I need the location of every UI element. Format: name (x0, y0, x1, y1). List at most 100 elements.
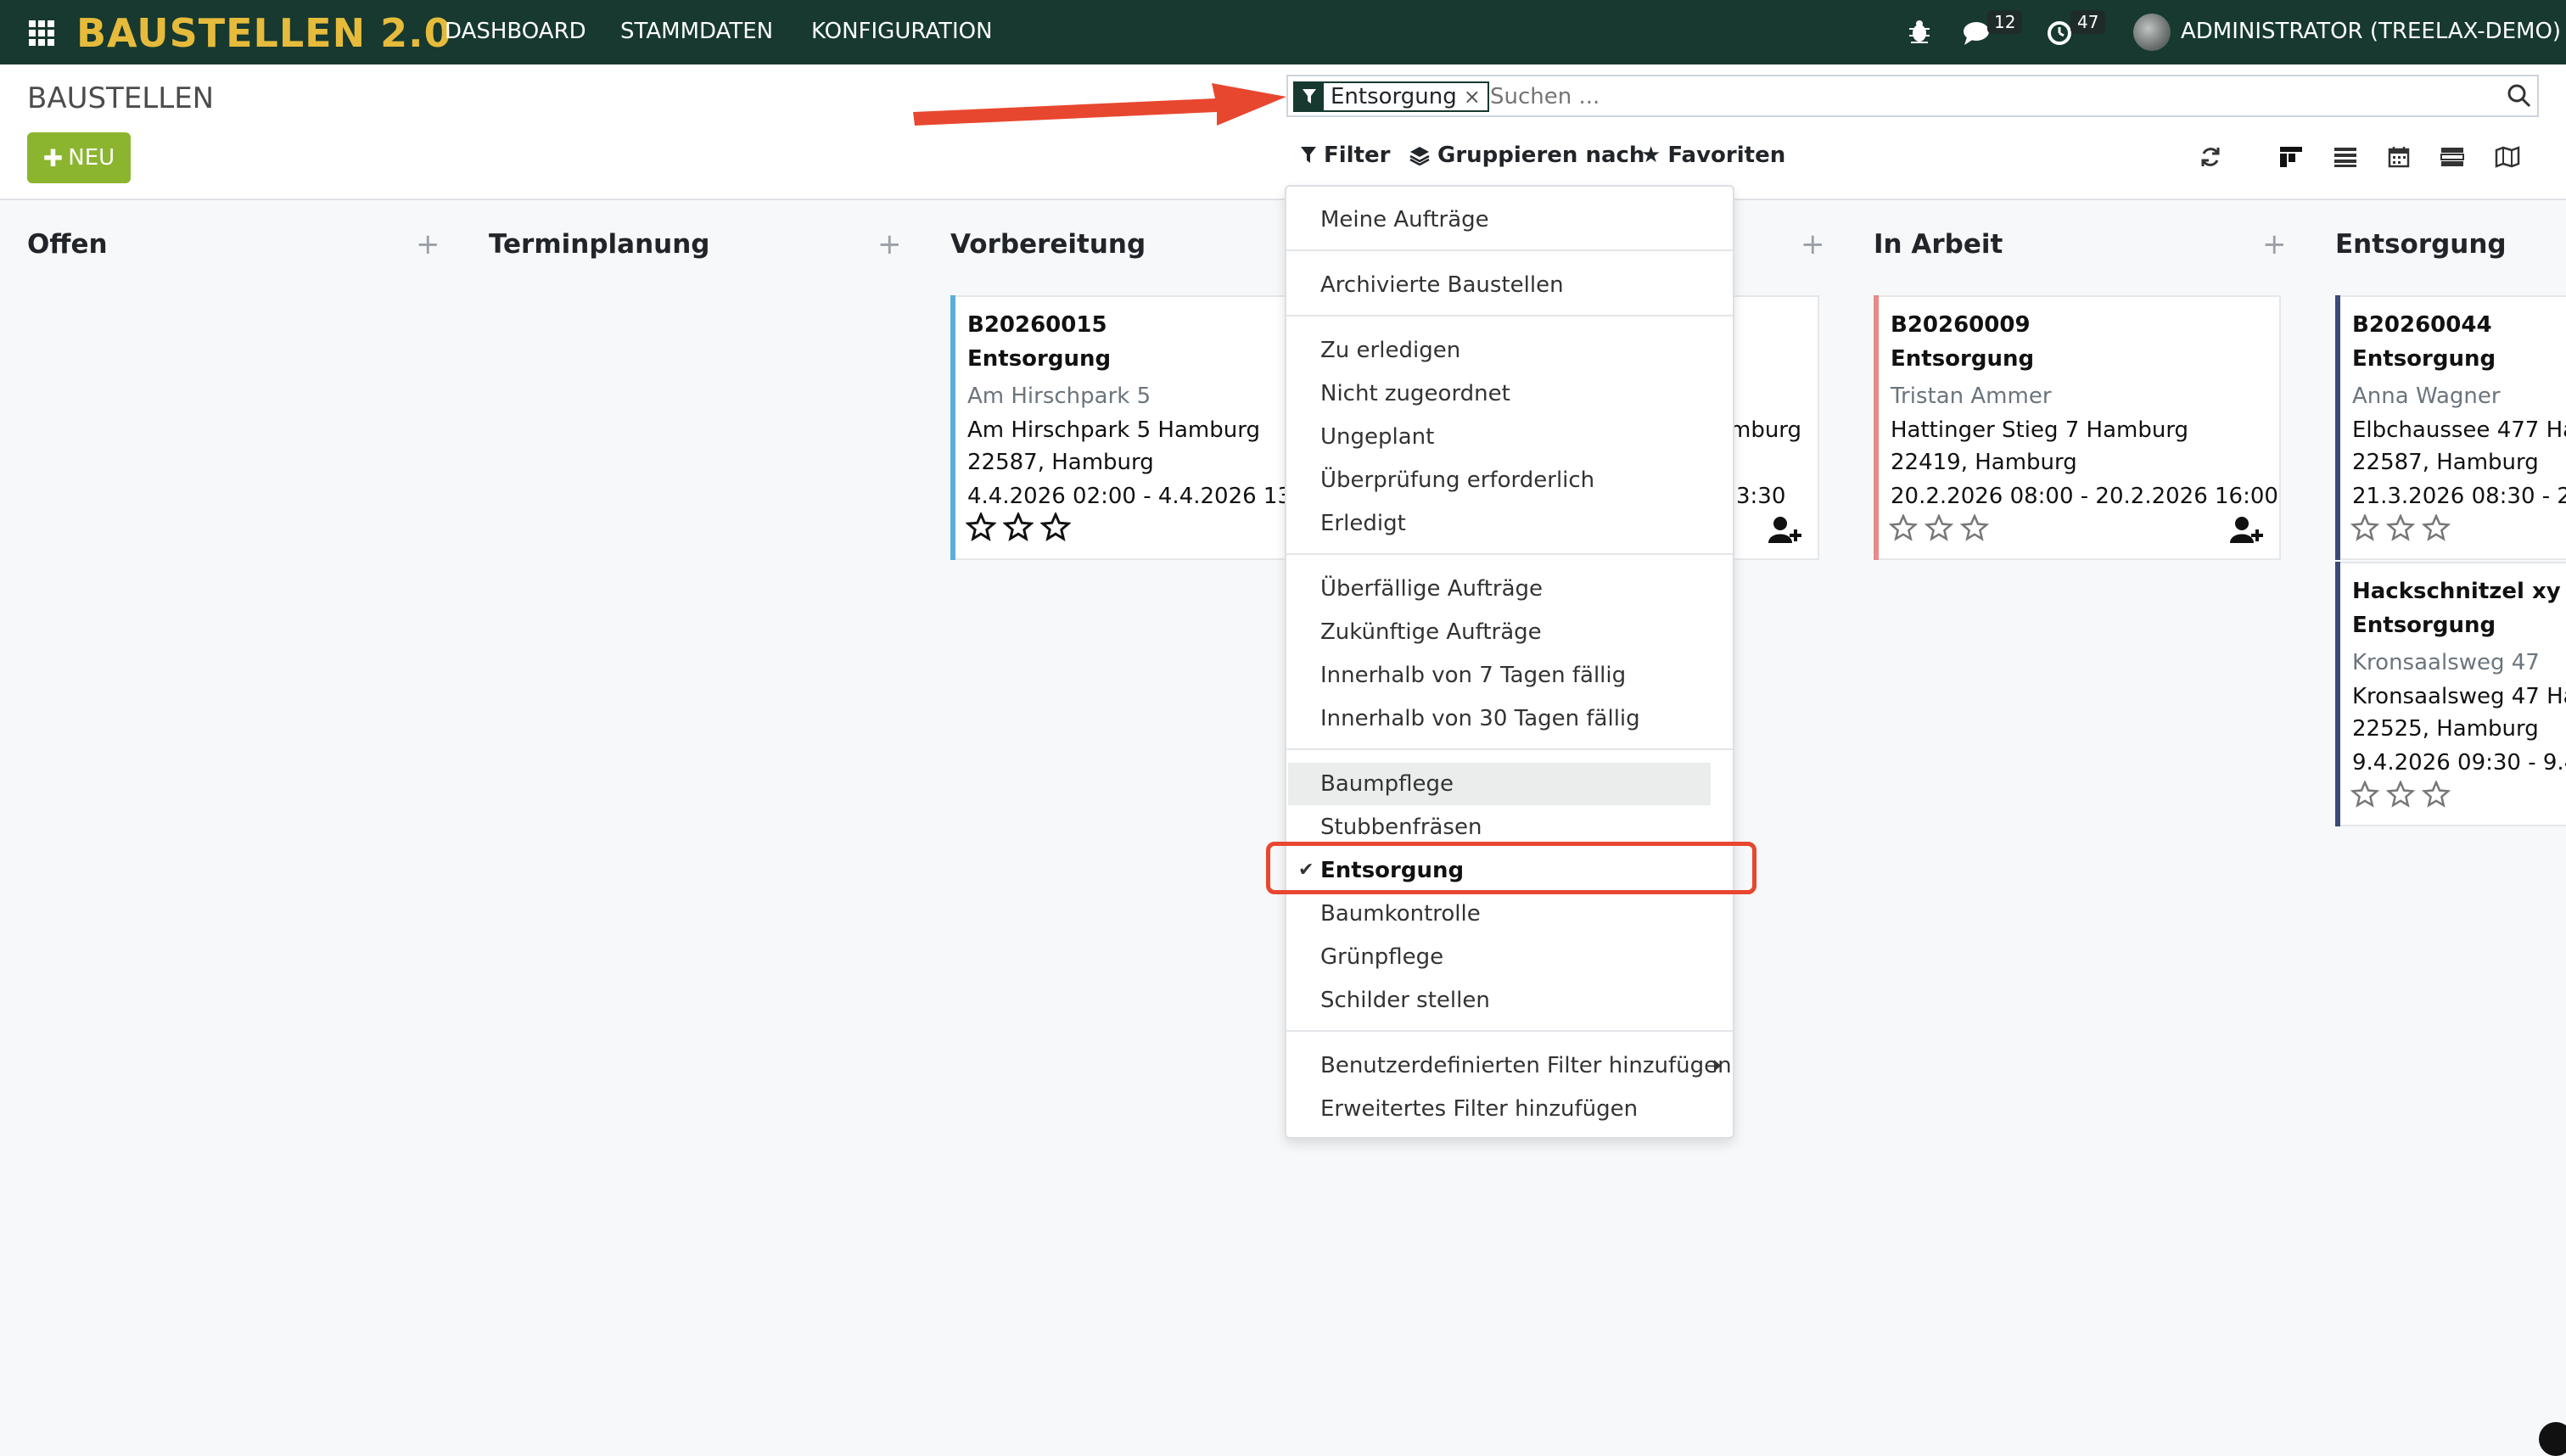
card-date-range: 20.2.2026 08:00 - 20.2.2026 16:00 (1891, 484, 2278, 509)
star-outline-icon[interactable] (966, 512, 996, 541)
plus-icon: ✚ (42, 143, 64, 172)
priority-stars[interactable] (2350, 514, 2451, 541)
corner-widget (2539, 1422, 2566, 1456)
priority-stars[interactable] (1889, 514, 1989, 541)
card-date-range: 4.4.2026 02:00 - 4.4.2026 13:0 (967, 484, 1314, 509)
card-city: 22587, Hamburg (2352, 450, 2539, 475)
filter-dropdown: Meine Aufträge Archivierte Baustellen Zu… (1285, 185, 1734, 1139)
filter-option[interactable]: Zu erledigen (1286, 329, 1733, 372)
nav-stammdaten[interactable]: STAMMDATEN (620, 19, 773, 44)
add-advanced-filter[interactable]: Erweitertes Filter hinzufügen (1286, 1088, 1733, 1130)
card-customer: Tristan Ammer (1891, 384, 2052, 409)
kanban-card[interactable]: B20260044 Entsorgung Anna Wagner Elbchau… (2335, 295, 2566, 560)
card-address: Kronsaalsweg 47 Har (2352, 684, 2566, 709)
filter-option[interactable]: Ungeplant (1286, 416, 1733, 458)
priority-stars[interactable] (966, 512, 1071, 541)
group-by-label: Gruppieren nach (1437, 143, 1645, 168)
star-icon: ★ (1641, 143, 1661, 168)
star-outline-icon[interactable] (1924, 514, 1953, 541)
filter-option[interactable]: Zukünftige Aufträge (1286, 611, 1733, 653)
user-avatar[interactable] (2133, 14, 2171, 51)
card-color-bar (2335, 295, 2340, 560)
filter-option[interactable]: Archivierte Baustellen (1286, 264, 1733, 306)
card-type: Entsorgung (2352, 613, 2496, 638)
star-outline-icon[interactable] (1040, 512, 1071, 541)
facet-remove-icon[interactable]: × (1463, 83, 1487, 110)
filter-option[interactable]: Überprüfung erforderlich (1286, 459, 1733, 501)
kanban-view-icon[interactable] (2279, 146, 2303, 168)
filter-option-baumpflege[interactable]: Baumpflege (1288, 763, 1711, 805)
card-address: Am Hirschpark 5 Hamburg (967, 417, 1260, 443)
star-outline-icon[interactable] (1960, 514, 1989, 541)
kanban-card[interactable]: Hackschnitzel xy Entsorgung Kronsaalsweg… (2335, 562, 2566, 826)
nav-dashboard[interactable]: DASHBOARD (445, 19, 586, 44)
filter-option[interactable]: Meine Aufträge (1286, 199, 1733, 241)
priority-stars[interactable] (2350, 781, 2451, 808)
add-custom-filter-label: Benutzerdefinierten Filter hinzufügen (1320, 1053, 1732, 1078)
column-add-icon[interactable]: + (2262, 227, 2287, 261)
card-city: 22587, Hamburg (967, 450, 1154, 475)
nav-konfiguration[interactable]: KONFIGURATION (811, 19, 993, 44)
card-customer: Anna Wagner (2352, 384, 2501, 409)
filter-option[interactable]: Innerhalb von 30 Tagen fällig (1286, 697, 1733, 740)
column-add-icon[interactable]: + (877, 227, 902, 261)
card-date-range: 21.3.2026 08:30 - 21 (2352, 484, 2566, 509)
filter-option-baumkontrolle[interactable]: Baumkontrolle (1286, 893, 1733, 935)
add-custom-filter[interactable]: Benutzerdefinierten Filter hinzufügen (1286, 1044, 1733, 1087)
group-by-button[interactable]: Gruppieren nach (1409, 143, 1644, 168)
column-title-offen: Offen (27, 229, 108, 260)
activities-clock-icon[interactable] (2047, 20, 2072, 46)
card-color-bar (1874, 295, 1879, 560)
star-outline-icon[interactable] (2350, 781, 2379, 808)
user-menu[interactable]: ADMINISTRATOR (TREELAX-DEMO) (2181, 19, 2561, 44)
filter-option-gruenpflege[interactable]: Grünpflege (1286, 936, 1733, 978)
star-outline-icon[interactable] (1003, 512, 1034, 541)
column-title-in-arbeit: In Arbeit (1874, 229, 2003, 260)
calendar-view-icon[interactable] (2388, 146, 2410, 168)
search-input[interactable] (1488, 80, 2476, 114)
activities-count-badge: 47 (2070, 10, 2106, 34)
card-reference: B20260044 (2352, 312, 2492, 338)
column-title-entsorgung: Entsorgung (2335, 229, 2507, 260)
annotation-highlight-box (1266, 842, 1756, 894)
search-bar[interactable]: Entsorgung × (1286, 75, 2539, 117)
app-brand[interactable]: BAUSTELLEN 2.0 (76, 10, 452, 56)
star-outline-icon[interactable] (2350, 514, 2379, 541)
dropdown-divider (1286, 553, 1733, 555)
kanban-card[interactable]: B20260009 Entsorgung Tristan Ammer Hatti… (1874, 295, 2281, 560)
column-title-vorbereitung: Vorbereitung (950, 229, 1146, 260)
star-outline-icon[interactable] (2386, 514, 2415, 541)
filter-option[interactable]: Überfällige Aufträge (1286, 568, 1733, 610)
star-outline-icon[interactable] (2386, 781, 2415, 808)
gantt-view-icon[interactable] (2440, 146, 2464, 168)
favorites-button[interactable]: ★ Favoriten (1641, 143, 1785, 168)
column-add-icon[interactable]: + (1801, 227, 1825, 261)
filter-option[interactable]: Erledigt (1286, 502, 1733, 545)
filter-option[interactable]: Innerhalb von 7 Tagen fällig (1286, 654, 1733, 697)
assign-user-icon[interactable] (2230, 516, 2266, 545)
star-outline-icon[interactable] (1889, 514, 1918, 541)
new-button[interactable]: ✚ NEU (27, 132, 131, 183)
refresh-icon[interactable] (2199, 146, 2221, 168)
card-customer: Am Hirschpark 5 (967, 384, 1151, 409)
filter-option-schilder-stellen[interactable]: Schilder stellen (1286, 979, 1733, 1022)
annotation-arrow-icon (913, 83, 1286, 126)
filter-facet[interactable]: Entsorgung × (1293, 81, 1489, 112)
star-outline-icon[interactable] (2422, 781, 2451, 808)
list-view-icon[interactable] (2333, 146, 2357, 168)
filter-option[interactable]: Nicht zugeordnet (1286, 372, 1733, 415)
dropdown-divider (1286, 748, 1733, 750)
star-outline-icon[interactable] (2422, 514, 2451, 541)
card-type: Entsorgung (1891, 346, 2035, 372)
messages-count-badge: 12 (1987, 10, 2023, 34)
facet-label: Entsorgung (1324, 83, 1464, 110)
map-view-icon[interactable] (2495, 146, 2520, 168)
card-type: Entsorgung (967, 346, 1112, 372)
assign-user-icon[interactable] (1768, 516, 1804, 545)
debug-bug-icon[interactable] (1908, 19, 1931, 44)
messages-icon[interactable] (1962, 20, 1991, 46)
filter-toggle-button[interactable]: Filter (1300, 143, 1390, 168)
search-icon[interactable] (2507, 83, 2532, 109)
apps-menu-icon[interactable] (29, 20, 54, 46)
column-add-icon[interactable]: + (416, 227, 440, 261)
